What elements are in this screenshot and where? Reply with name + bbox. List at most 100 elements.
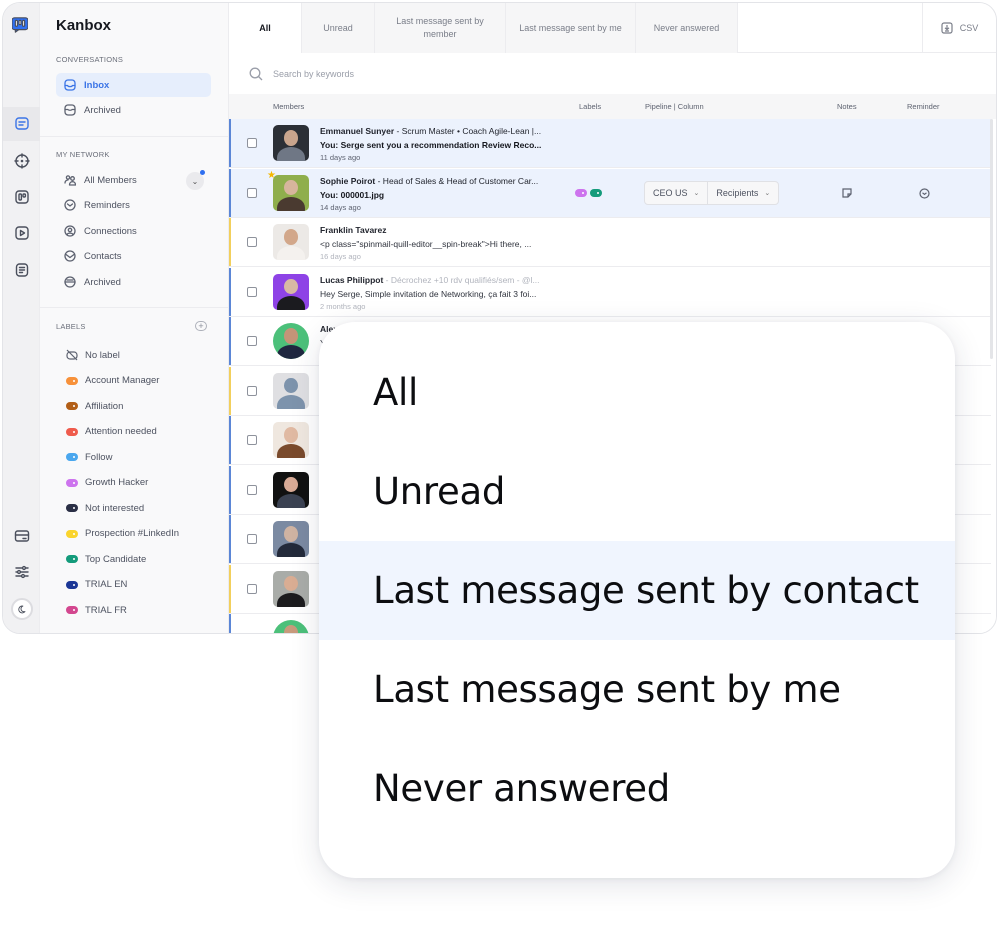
- row-checkbox[interactable]: [247, 534, 257, 544]
- tab-never-answered[interactable]: Never answered: [636, 3, 738, 53]
- tab-last-message-by-member[interactable]: Last message sent by member: [375, 3, 506, 53]
- sidebar-item-archived-conversations[interactable]: Archived: [56, 98, 211, 122]
- dropdown-option-all[interactable]: All: [319, 343, 955, 442]
- row-checkbox[interactable]: [247, 385, 257, 396]
- plus-icon: +: [198, 321, 204, 331]
- table-row[interactable]: ★ Sophie Poirot - Head of Sales & Head of…: [229, 168, 991, 218]
- message-time: 2 months ago: [320, 301, 366, 311]
- avatar[interactable]: [273, 174, 309, 211]
- star-icon: ★: [267, 169, 276, 181]
- avatar[interactable]: [273, 521, 309, 557]
- sidebar-item-connections[interactable]: Connections: [56, 219, 211, 243]
- sidebar-item-archived-network[interactable]: Archived: [56, 270, 211, 294]
- member-name[interactable]: Sophie Poirot: [320, 176, 375, 186]
- row-checkbox[interactable]: [247, 138, 257, 148]
- column-notes: Notes: [837, 102, 857, 111]
- network-section-title: MY NETWORK: [56, 150, 110, 159]
- billing-card-icon[interactable]: [3, 519, 40, 553]
- row-accent-bar: [229, 267, 231, 316]
- tab-last-message-by-me[interactable]: Last message sent by me: [506, 3, 636, 53]
- tab-all[interactable]: All: [229, 3, 302, 53]
- column-dropdown[interactable]: Recipients ⌄: [707, 181, 778, 204]
- label-item[interactable]: No label: [66, 345, 120, 365]
- dropdown-option-last-message-by-me[interactable]: Last message sent by me: [319, 640, 955, 739]
- sidebar-item-reminders[interactable]: Reminders: [56, 193, 211, 217]
- label-tag-icon: [590, 188, 602, 197]
- brand-name: Kanbox: [56, 17, 112, 34]
- label-item[interactable]: Top Candidate: [66, 549, 146, 569]
- row-checkbox[interactable]: [247, 237, 257, 247]
- row-checkbox[interactable]: [247, 187, 257, 198]
- row-accent-bar: [229, 564, 231, 613]
- member-headline: - Scrum Master • Coach Agile-Lean |...: [394, 126, 542, 136]
- avatar[interactable]: [273, 125, 309, 161]
- clock-icon: [63, 198, 77, 212]
- member-name[interactable]: Franklin Tavarez: [320, 225, 386, 235]
- label-item[interactable]: TRIAL EN: [66, 575, 127, 595]
- row-checkbox[interactable]: [247, 286, 257, 297]
- member-name[interactable]: Lucas Philippot: [320, 275, 383, 285]
- avatar[interactable]: [273, 224, 309, 260]
- table-row[interactable]: Emmanuel Sunyer - Scrum Master • Coach A…: [229, 119, 991, 168]
- dropdown-option-unread[interactable]: Unread: [319, 442, 955, 541]
- avatar[interactable]: [273, 323, 309, 359]
- tab-unread[interactable]: Unread: [302, 3, 375, 53]
- kanbox-logo-icon[interactable]: [12, 17, 28, 33]
- archive-icon: [63, 103, 77, 117]
- avatar[interactable]: [273, 570, 309, 607]
- sidebar-item-label: All Members: [84, 174, 137, 186]
- avatar[interactable]: [273, 471, 309, 508]
- label-item[interactable]: Affiliation: [66, 396, 123, 416]
- row-accent-bar: [229, 614, 231, 633]
- table-row[interactable]: Franklin Tavarez <p class="spinmail-quill…: [229, 218, 991, 267]
- dropdown-option-never-answered[interactable]: Never answered: [319, 739, 955, 838]
- label-item[interactable]: TRIAL FR: [66, 600, 127, 620]
- network-collapse-button[interactable]: ⌄: [186, 170, 205, 190]
- avatar[interactable]: [273, 372, 309, 409]
- row-checkbox[interactable]: [247, 336, 257, 346]
- dark-mode-toggle[interactable]: [3, 592, 40, 626]
- member-name[interactable]: Emmanuel Sunyer: [320, 126, 394, 136]
- add-label-button[interactable]: +: [195, 321, 207, 331]
- avatar[interactable]: [273, 422, 309, 458]
- label-item[interactable]: Attention needed: [66, 422, 157, 442]
- avatar[interactable]: [273, 620, 309, 633]
- row-checkbox[interactable]: [247, 633, 257, 634]
- export-csv-button[interactable]: CSV: [923, 3, 996, 53]
- label-name: TRIAL EN: [85, 579, 128, 590]
- row-checkbox[interactable]: [247, 435, 257, 445]
- column-labels: Labels: [579, 102, 602, 111]
- table-row[interactable]: Lucas Philippot - Décrochez +10 rdv qual…: [229, 267, 991, 317]
- document-icon[interactable]: [3, 253, 40, 287]
- row-labels[interactable]: [575, 188, 602, 197]
- target-icon[interactable]: [3, 144, 40, 178]
- settings-sliders-icon[interactable]: [3, 555, 40, 589]
- label-name: Top Candidate: [85, 553, 147, 565]
- last-message: <p class="spinmail-quill-editor__spin-br…: [320, 239, 532, 249]
- sidebar-item-label: Reminders: [84, 199, 130, 211]
- label-name: No label: [85, 349, 120, 361]
- member-line: Emmanuel Sunyer - Scrum Master • Coach A…: [320, 126, 541, 136]
- label-item[interactable]: Prospection #LinkedIn: [66, 524, 179, 544]
- search-input[interactable]: [273, 69, 573, 79]
- reminder-clock-icon[interactable]: [919, 187, 930, 199]
- row-checkbox[interactable]: [247, 583, 257, 594]
- member-headline: - Head of Sales & Head of Customer Car..…: [375, 175, 539, 186]
- sidebar-item-inbox[interactable]: Inbox: [56, 73, 211, 97]
- label-item[interactable]: Not interested: [66, 498, 144, 518]
- inbox-chat-icon[interactable]: [3, 107, 40, 141]
- label-item[interactable]: Follow: [66, 447, 112, 467]
- note-icon[interactable]: [842, 187, 852, 198]
- list-scrollbar[interactable]: [990, 119, 993, 359]
- message-time: 14 days ago: [320, 202, 361, 212]
- dropdown-option-last-message-by-contact[interactable]: Last message sent by contact: [319, 541, 955, 640]
- pipeline-icon[interactable]: [3, 180, 40, 214]
- label-item[interactable]: Account Manager: [66, 371, 159, 391]
- sidebar-item-contacts[interactable]: Contacts: [56, 244, 211, 268]
- avatar[interactable]: [273, 273, 309, 310]
- video-icon[interactable]: [3, 216, 40, 250]
- pipeline-dropdown[interactable]: CEO US ⌄: [645, 182, 707, 204]
- label-item[interactable]: Growth Hacker: [66, 473, 148, 493]
- csv-label: CSV: [959, 23, 979, 33]
- row-checkbox[interactable]: [247, 484, 257, 495]
